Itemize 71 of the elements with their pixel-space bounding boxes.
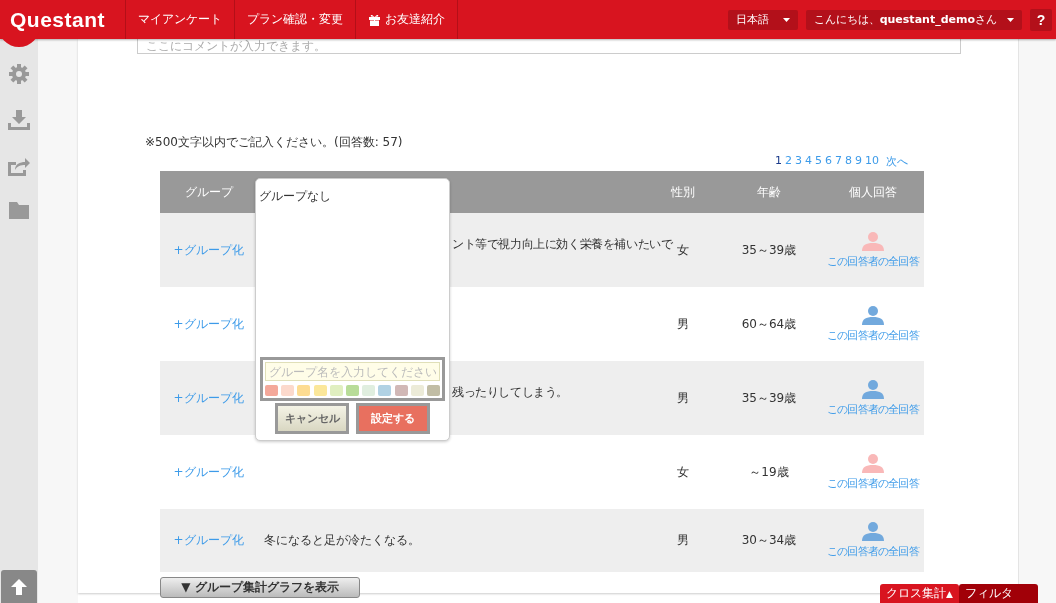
color-swatch[interactable] (362, 385, 376, 396)
caret-icon (782, 17, 790, 22)
help-button[interactable]: ? (1030, 8, 1052, 31)
folder-icon[interactable] (9, 202, 29, 219)
language-dropdown[interactable]: 日本語 (727, 9, 798, 30)
popup-title: グループなし (258, 188, 332, 205)
logo[interactable]: Questant (10, 7, 105, 32)
gender-text: 女 (677, 242, 689, 257)
color-swatch[interactable] (378, 385, 392, 396)
age-text: 35～39歳 (741, 242, 797, 257)
caret-icon (1007, 17, 1014, 22)
all-answers-link[interactable]: この回答者の全回答 (827, 253, 919, 269)
all-answers-link[interactable]: この回答者の全回答 (827, 401, 919, 417)
page-link[interactable]: 6 (825, 154, 832, 169)
download-icon[interactable] (8, 110, 30, 130)
cancel-button[interactable]: キャンセル (275, 403, 349, 434)
page-link[interactable]: 5 (815, 154, 822, 169)
gender-text: 女 (677, 464, 689, 479)
all-answers-link[interactable]: この回答者の全回答 (827, 475, 919, 491)
confirm-button[interactable]: 設定する (356, 403, 430, 434)
answer-text: ント等で視力向上に効く栄養を補いたいで (452, 237, 673, 251)
up-arrow-icon (11, 578, 27, 595)
comment-field[interactable]: ここにコメントが入力できます。 (137, 39, 961, 54)
share-icon[interactable] (8, 156, 30, 176)
group-link[interactable]: +グループ化 (173, 242, 244, 257)
scroll-top-button[interactable] (1, 570, 37, 603)
answer-text: 残ったりしてしまう。 (452, 385, 568, 399)
user-menu[interactable]: こんにちは、questant_demoさん (805, 9, 1022, 30)
color-swatch[interactable] (297, 385, 311, 396)
gender-text: 男 (677, 533, 689, 547)
page-link[interactable]: 10 (865, 154, 879, 169)
color-swatch[interactable] (345, 385, 359, 396)
color-swatch[interactable] (410, 385, 424, 396)
column-header: 年齢 (757, 184, 781, 199)
nav-link[interactable]: お友達紹介 (385, 11, 445, 28)
page-link[interactable]: 4 (805, 154, 812, 169)
color-swatch[interactable] (394, 385, 408, 396)
bottom-tab[interactable]: フィルタ (959, 584, 1038, 603)
bottom-tab[interactable]: クロス集計▲ (880, 584, 959, 603)
column-header: 個人回答 (849, 184, 897, 199)
page-link[interactable]: 9 (855, 154, 862, 169)
gender-text: 男 (677, 390, 689, 405)
group-link[interactable]: +グループ化 (173, 316, 244, 331)
settings-icon[interactable] (9, 64, 29, 84)
page-link[interactable]: 2 (785, 154, 792, 169)
group-link[interactable]: +グループ化 (173, 390, 244, 405)
age-text: ～19歳 (749, 464, 789, 479)
color-swatch[interactable] (313, 385, 327, 396)
answer-text: 冬になると足が冷たくなる。 (264, 533, 420, 547)
note-text: ※500文字以内でご記入ください。(回答数: 57) (145, 134, 404, 151)
all-answers-link[interactable]: この回答者の全回答 (827, 327, 919, 343)
show-graph-button[interactable]: ▼ グループ集計グラフを表示 (160, 577, 360, 598)
age-text: 60～64歳 (741, 316, 797, 331)
color-swatch[interactable] (265, 385, 278, 396)
gender-text: 男 (677, 316, 689, 331)
group-link[interactable]: +グループ化 (173, 533, 244, 547)
page-link[interactable]: 3 (795, 154, 802, 169)
page-link[interactable]: 8 (845, 154, 852, 169)
page-link[interactable]: 1 (775, 154, 782, 169)
page-link[interactable]: 7 (835, 154, 842, 169)
group-link[interactable]: +グループ化 (173, 464, 244, 479)
column-header: グループ (184, 184, 233, 199)
age-text: 35～39歳 (741, 390, 797, 405)
color-swatch[interactable] (329, 385, 343, 396)
color-swatch[interactable] (281, 385, 295, 396)
greeting-text: こんにちは、questant_demoさん (813, 12, 997, 27)
column-header: 性別 (671, 184, 695, 199)
age-text: 30～34歳 (741, 533, 797, 547)
next-link[interactable]: 次へ (886, 154, 908, 169)
gift-icon (368, 13, 381, 26)
color-swatch[interactable] (426, 385, 440, 396)
